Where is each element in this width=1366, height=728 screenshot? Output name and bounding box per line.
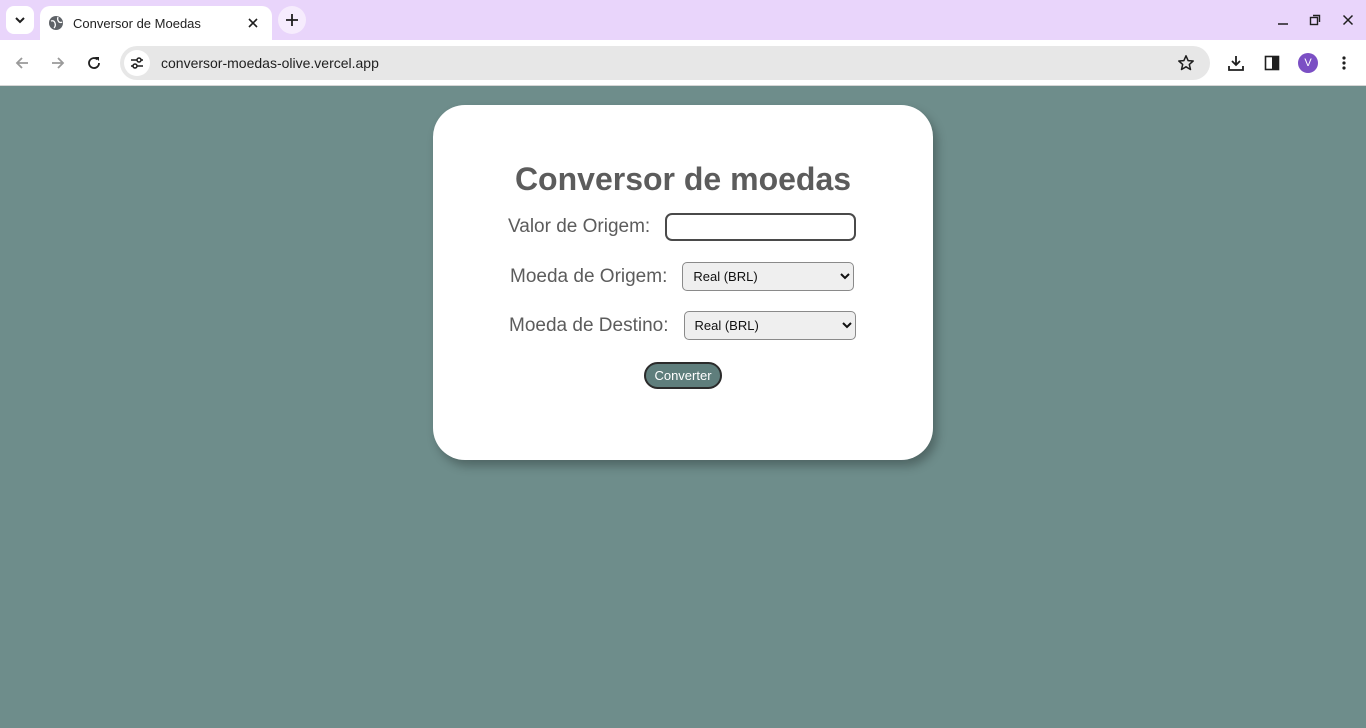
plus-icon — [286, 14, 298, 26]
side-panel-icon — [1264, 55, 1280, 71]
tab-close-button[interactable] — [244, 14, 262, 32]
menu-button[interactable] — [1330, 49, 1358, 77]
profile-avatar[interactable]: V — [1298, 53, 1318, 73]
back-arrow-icon — [15, 57, 28, 69]
side-panel-button[interactable] — [1258, 49, 1286, 77]
minimize-button[interactable] — [1267, 4, 1299, 36]
tab-search-button[interactable] — [6, 6, 34, 34]
reload-icon — [88, 57, 100, 69]
convert-button[interactable]: Converter — [644, 362, 722, 389]
tab-title: Conversor de Moedas — [73, 15, 201, 31]
source-currency-label: Moeda de Origem: — [510, 265, 668, 287]
reload-button[interactable] — [80, 49, 108, 77]
address-bar[interactable]: conversor-moedas-olive.vercel.app — [120, 46, 1210, 80]
minimize-icon — [1278, 23, 1288, 25]
window-close-button[interactable] — [1332, 4, 1364, 36]
page-title: Conversor de moedas — [514, 161, 852, 197]
value-input[interactable] — [665, 213, 857, 241]
more-vert-icon — [1342, 56, 1346, 70]
back-button[interactable] — [8, 49, 36, 77]
restore-button[interactable] — [1299, 4, 1331, 36]
value-label: Valor de Origem: — [508, 216, 651, 237]
forward-arrow-icon — [52, 57, 65, 69]
source-currency-row: Moeda de Origem: Real (BRL) — [510, 262, 855, 291]
bookmark-button[interactable] — [1172, 49, 1200, 77]
downloads-button[interactable] — [1222, 49, 1250, 77]
source-currency-select[interactable]: Real (BRL) — [682, 262, 855, 291]
chevron-down-icon — [15, 17, 25, 24]
active-tab[interactable]: Conversor de Moedas — [40, 6, 272, 40]
star-icon — [1178, 55, 1194, 71]
site-settings-icon — [131, 57, 143, 69]
tab-strip: Conversor de Moedas — [0, 0, 1366, 40]
site-settings-button[interactable] — [124, 50, 150, 76]
value-row: Valor de Origem: — [508, 213, 857, 241]
converter-card: Conversor de moedas Valor de Origem: Moe… — [433, 105, 933, 460]
close-icon — [248, 18, 258, 28]
new-tab-button[interactable] — [278, 6, 306, 34]
url-text[interactable]: conversor-moedas-olive.vercel.app — [161, 55, 1172, 71]
restore-icon — [1309, 14, 1321, 26]
window-close-icon — [1342, 14, 1354, 26]
target-currency-select[interactable]: Real (BRL) — [683, 311, 856, 340]
target-currency-label: Moeda de Destino: — [509, 314, 669, 336]
forward-button[interactable] — [44, 49, 72, 77]
download-icon — [1228, 56, 1244, 71]
target-currency-row: Moeda de Destino: Real (BRL) — [509, 311, 856, 340]
browser-toolbar: conversor-moedas-olive.vercel.app V — [0, 40, 1366, 86]
globe-icon — [48, 15, 64, 31]
